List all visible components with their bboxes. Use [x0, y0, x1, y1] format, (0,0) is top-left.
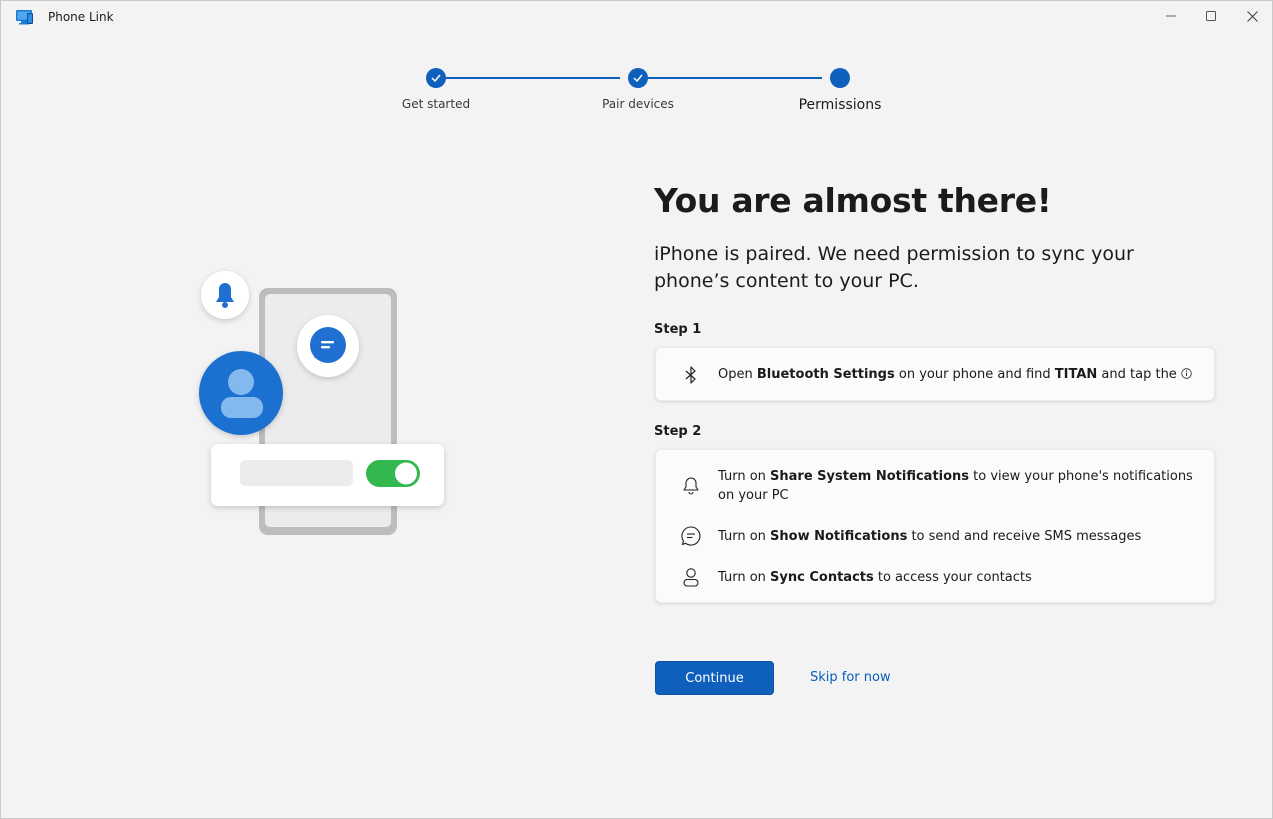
phone-link-window: Phone Link Get started Pair devices Perm…: [0, 0, 1273, 819]
skip-for-now-link[interactable]: Skip for now: [810, 670, 891, 685]
step-1-instruction: Open Bluetooth Settings on your phone an…: [718, 365, 1198, 384]
step-1-card: Open Bluetooth Settings on your phone an…: [655, 347, 1215, 401]
step-permissions-current: [830, 68, 850, 88]
progress-stepper: Get started Pair devices Permissions: [1, 1, 1273, 121]
bluetooth-icon: [685, 366, 696, 384]
step-1-title: Step 1: [654, 322, 702, 337]
step-label-pair-devices: Pair devices: [602, 97, 674, 111]
step-2-title: Step 2: [654, 424, 702, 439]
step-2-instruction: Turn on Show Notifications to send and r…: [718, 529, 1142, 544]
step-label-permissions: Permissions: [798, 97, 882, 113]
checkmark-icon: [633, 74, 643, 82]
page-subtitle: iPhone is paired. We need permission to …: [654, 243, 1134, 292]
phone-illustration: [199, 271, 444, 535]
step-2-instruction: Turn on Share System Notifications to vi…: [718, 469, 1193, 503]
checkmark-icon: [431, 74, 441, 82]
step-pair-devices-complete: [628, 68, 648, 88]
continue-button[interactable]: Continue: [655, 661, 774, 695]
chat-icon: [681, 526, 701, 546]
chat-icon: [310, 327, 346, 363]
page-heading: You are almost there!: [654, 181, 1052, 220]
step-connector: [446, 77, 620, 79]
step-2-card: Turn on Share System Notifications to vi…: [655, 449, 1215, 603]
info-icon: [1181, 368, 1192, 379]
step-label-get-started: Get started: [401, 97, 471, 111]
bluetooth-settings-label: Bluetooth Settings: [756, 367, 895, 382]
person-icon: [683, 568, 699, 587]
step-connector: [648, 77, 822, 79]
bell-icon: [683, 477, 699, 495]
step-2-instruction: Turn on Sync Contacts to access your con…: [718, 570, 1032, 585]
placeholder-bar: [240, 460, 353, 486]
step-get-started-complete: [426, 68, 446, 88]
device-name-label: TITAN: [1054, 367, 1098, 382]
